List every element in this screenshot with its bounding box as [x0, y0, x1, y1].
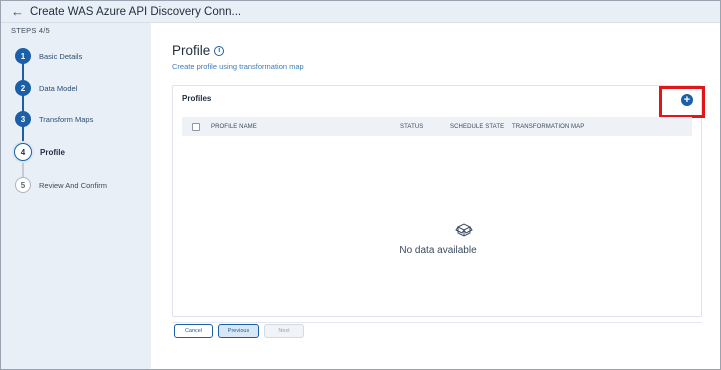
page-header-title: Create WAS Azure API Discovery Conn...	[30, 5, 242, 18]
select-all-checkbox[interactable]	[192, 122, 200, 131]
profiles-card: Profiles + PROFILE NAME STATUS SCHEDULE …	[172, 85, 705, 317]
step-review-and-confirm[interactable]: 5 Review And Confirm	[15, 177, 107, 193]
step-number: 5	[15, 177, 31, 193]
step-number: 1	[15, 48, 31, 64]
main-content: Profile i Create profile using transform…	[151, 23, 720, 369]
previous-button[interactable]: Previous	[218, 324, 259, 338]
empty-state-text: No data available	[399, 245, 477, 256]
highlight-box	[659, 86, 705, 118]
column-header-profile-name[interactable]: PROFILE NAME	[211, 124, 257, 130]
step-number: 3	[15, 111, 31, 127]
page-title: Profile i	[172, 43, 225, 58]
step-profile[interactable]: 4 Profile	[14, 143, 65, 161]
step-label: Review And Confirm	[39, 180, 107, 190]
step-label: Data Model	[39, 83, 78, 93]
card-title: Profiles	[182, 94, 212, 103]
empty-box-icon	[455, 223, 473, 237]
column-header-status[interactable]: STATUS	[400, 124, 423, 130]
column-header-transformation-map[interactable]: TRANSFORMATION MAP	[512, 124, 584, 130]
step-transform-maps[interactable]: 3 Transform Maps	[15, 111, 93, 127]
step-data-model[interactable]: 2 Data Model	[15, 80, 77, 96]
steps-sidebar: STEPS 4/5 1 Basic Details 2 Data Model 3…	[1, 23, 151, 369]
step-label: Transform Maps	[39, 114, 94, 124]
window-frame: ← Create WAS Azure API Discovery Conn...…	[0, 0, 721, 370]
arrow-left-icon[interactable]: ←	[11, 5, 24, 18]
info-icon[interactable]: i	[214, 45, 225, 56]
top-bar: ← Create WAS Azure API Discovery Conn...	[1, 1, 720, 23]
step-label: Profile	[40, 147, 65, 157]
page-subtitle: Create profile using transformation map	[172, 62, 304, 71]
page-title-text: Profile	[172, 43, 211, 58]
column-header-schedule-state[interactable]: SCHEDULE STATE	[450, 124, 504, 130]
cancel-button[interactable]: Cancel	[174, 324, 213, 338]
next-button[interactable]: Next	[264, 324, 304, 338]
step-number: 4	[14, 143, 32, 161]
step-number: 2	[15, 80, 31, 96]
table-header: PROFILE NAME STATUS SCHEDULE STATE TRANS…	[182, 117, 692, 136]
steps-counter: STEPS 4/5	[11, 26, 50, 35]
step-basic-details[interactable]: 1 Basic Details	[15, 48, 82, 64]
step-progress-line	[22, 57, 24, 153]
step-label: Basic Details	[39, 51, 83, 61]
footer-divider	[172, 322, 702, 323]
